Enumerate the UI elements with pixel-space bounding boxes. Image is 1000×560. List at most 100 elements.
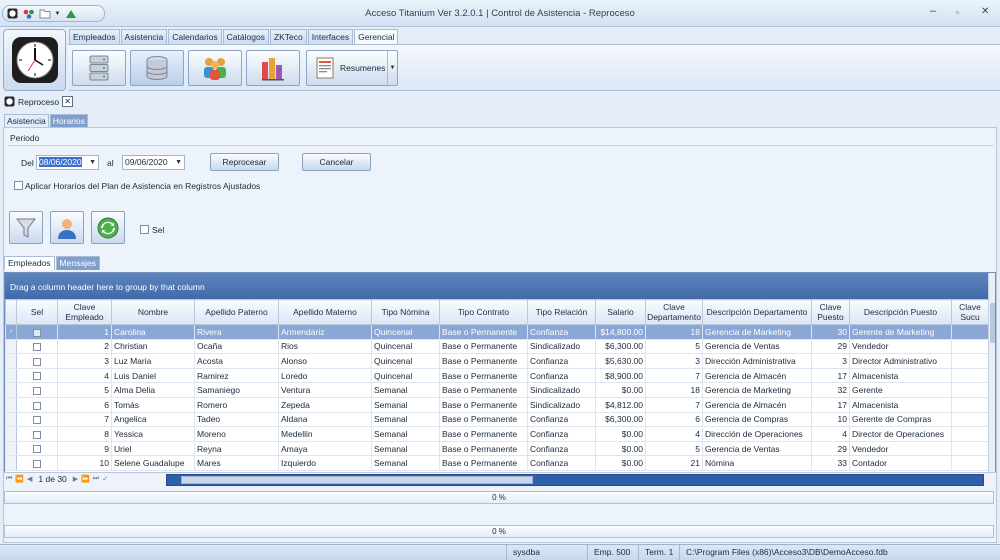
- vertical-scrollbar[interactable]: [988, 273, 995, 474]
- column-header[interactable]: Apellido Materno: [278, 299, 372, 325]
- accept-icon[interactable]: ✓: [102, 475, 108, 483]
- chevron-down-icon[interactable]: ▼: [89, 156, 96, 169]
- refresh-button[interactable]: [91, 211, 125, 244]
- document-tab[interactable]: Reproceso ✕: [4, 94, 74, 109]
- users-button[interactable]: [188, 50, 242, 86]
- row-select-checkbox[interactable]: [33, 357, 41, 366]
- column-header[interactable]: Apellido Paterno: [194, 299, 279, 325]
- row-select-cell[interactable]: [16, 338, 58, 355]
- fast-forward-icon[interactable]: ⏩: [81, 475, 90, 483]
- column-header[interactable]: Descripción Departamento: [702, 299, 812, 325]
- table-row[interactable]: › 1 Carolina Rivera Armendariz Quincenal Base …: [5, 324, 989, 340]
- ribbon-body: Resumenes ▼: [68, 44, 1000, 91]
- close-tab-icon[interactable]: ✕: [62, 96, 74, 107]
- column-header[interactable]: Clave Sucu: [951, 299, 989, 325]
- row-select-cell[interactable]: [16, 324, 58, 340]
- minimize-icon[interactable]: –: [930, 5, 936, 17]
- sel-checkbox[interactable]: [140, 225, 149, 234]
- table-cell: $0.00: [595, 382, 646, 398]
- group-by-hint[interactable]: Drag a column header here to group by th…: [5, 273, 995, 299]
- subtab-asistencia[interactable]: Asistencia: [4, 114, 49, 127]
- chevron-down-icon[interactable]: ▼: [387, 51, 397, 85]
- column-header[interactable]: Tipo Nómina: [371, 299, 440, 325]
- table-row[interactable]: 6 Tomás Romero Zepeda Semanal Base o Permanen…: [5, 396, 989, 413]
- column-header[interactable]: Tipo Contrato: [439, 299, 528, 325]
- scrollbar-thumb[interactable]: [181, 476, 533, 484]
- column-header[interactable]: Clave Empleado: [57, 299, 112, 325]
- filter-button[interactable]: [9, 211, 43, 244]
- from-date-input[interactable]: 08/06/2020 ▼: [36, 155, 99, 170]
- subtab-horarios[interactable]: Horarios: [49, 114, 88, 127]
- table-row[interactable]: 5 Alma Delia Samaniego Ventura Semanal Base o…: [5, 382, 989, 398]
- row-select-cell[interactable]: [16, 411, 58, 428]
- ribbon-tab-calendarios[interactable]: Calendarios: [168, 29, 222, 44]
- column-header[interactable]: Nombre: [111, 299, 195, 325]
- column-header[interactable]: Salario: [595, 299, 646, 325]
- row-select-checkbox[interactable]: [33, 328, 41, 337]
- table-cell: [951, 367, 989, 384]
- tab-mensajes[interactable]: Mensajes: [55, 256, 100, 270]
- ribbon-tab-interfaces[interactable]: Interfaces: [307, 29, 354, 44]
- clock-icon: [4, 96, 15, 107]
- row-select-checkbox[interactable]: [33, 445, 41, 454]
- row-select-checkbox[interactable]: [33, 401, 41, 410]
- to-date-value: 09/06/2020: [125, 157, 168, 167]
- row-select-checkbox[interactable]: [33, 416, 41, 425]
- column-header[interactable]: Clave Departamento: [645, 299, 703, 325]
- table-row[interactable]: 8 Yessica Moreno Medellin Semanal Base o Perm…: [5, 426, 989, 442]
- ribbon-tab-empleados[interactable]: Empleados: [69, 29, 120, 44]
- table-row[interactable]: 4 Luis Daniel Ramirez Loredo Quincenal Base o…: [5, 367, 989, 384]
- table-row[interactable]: 10 Selene Guadalupe Mares Izquierdo Semanal B…: [5, 455, 989, 471]
- table-cell: Ramirez: [194, 367, 279, 384]
- column-header[interactable]: Sel: [16, 299, 58, 325]
- table-row[interactable]: 9 Uriel Reyna Amaya Semanal Base o Permanente…: [5, 440, 989, 457]
- table-cell: $0.00: [595, 440, 646, 457]
- table-row[interactable]: 3 Luz Maria Acosta Alonso Quincenal Base o Pe…: [5, 353, 989, 369]
- row-select-checkbox[interactable]: [33, 343, 41, 352]
- employee-button[interactable]: [50, 211, 84, 244]
- reprocess-button[interactable]: Reprocesar: [210, 153, 279, 171]
- table-row[interactable]: 2 Christian Ocaña Rios Quincenal Base o Perma…: [5, 338, 989, 355]
- to-date-input[interactable]: 09/06/2020 ▼: [122, 155, 185, 170]
- ribbon-tab-asistencia[interactable]: Asistencia: [120, 29, 168, 44]
- row-select-checkbox[interactable]: [33, 430, 41, 439]
- ribbon-tab-zkteco[interactable]: ZKTeco: [269, 29, 307, 44]
- row-select-cell[interactable]: [16, 353, 58, 369]
- table-row[interactable]: 7 Angelica Tadeo Aldana Semanal Base o Perman…: [5, 411, 989, 428]
- scrollbar-thumb[interactable]: [990, 303, 995, 343]
- maximize-icon[interactable]: ▫: [956, 8, 959, 17]
- server-button[interactable]: [72, 50, 126, 86]
- last-page-icon[interactable]: ⏭: [93, 475, 99, 483]
- apply-schedules-checkbox[interactable]: [14, 181, 23, 190]
- column-header[interactable]: Tipo Relación: [527, 299, 596, 325]
- table-cell: 10: [57, 455, 112, 471]
- row-select-checkbox[interactable]: [33, 386, 41, 395]
- row-select-checkbox[interactable]: [33, 459, 41, 468]
- horizontal-scrollbar[interactable]: [166, 474, 984, 486]
- reports-button[interactable]: [246, 50, 300, 86]
- close-icon[interactable]: ✕: [981, 6, 989, 17]
- database-button[interactable]: [130, 50, 184, 86]
- table-cell: Gerencia de Marketing: [702, 382, 812, 398]
- tab-empleados[interactable]: Empleados: [4, 256, 55, 270]
- next-page-icon[interactable]: ▶: [73, 475, 78, 483]
- row-select-cell[interactable]: [16, 455, 58, 471]
- row-select-cell[interactable]: [16, 367, 58, 384]
- chevron-down-icon[interactable]: ▼: [175, 156, 182, 169]
- row-select-checkbox[interactable]: [33, 372, 41, 381]
- cancel-button[interactable]: Cancelar: [302, 153, 371, 171]
- ribbon-tab-catalogos[interactable]: Catálogos: [222, 29, 269, 44]
- row-select-cell[interactable]: [16, 396, 58, 413]
- app-menu-button[interactable]: [3, 29, 66, 91]
- ribbon-tab-gerencial[interactable]: Gerencial: [354, 29, 399, 44]
- fast-back-icon[interactable]: ⏪: [15, 475, 24, 483]
- column-header[interactable]: Descripción Puesto: [849, 299, 952, 325]
- row-select-cell[interactable]: [16, 426, 58, 442]
- grid-header-row: Sel Clave Empleado Nombre Apellido Patern…: [5, 299, 989, 325]
- column-header[interactable]: Clave Puesto: [811, 299, 850, 325]
- prev-page-icon[interactable]: ◀: [27, 475, 32, 483]
- resumenes-button[interactable]: Resumenes ▼: [306, 50, 398, 86]
- first-page-icon[interactable]: ⏮: [6, 475, 12, 483]
- row-select-cell[interactable]: [16, 440, 58, 457]
- row-select-cell[interactable]: [16, 382, 58, 398]
